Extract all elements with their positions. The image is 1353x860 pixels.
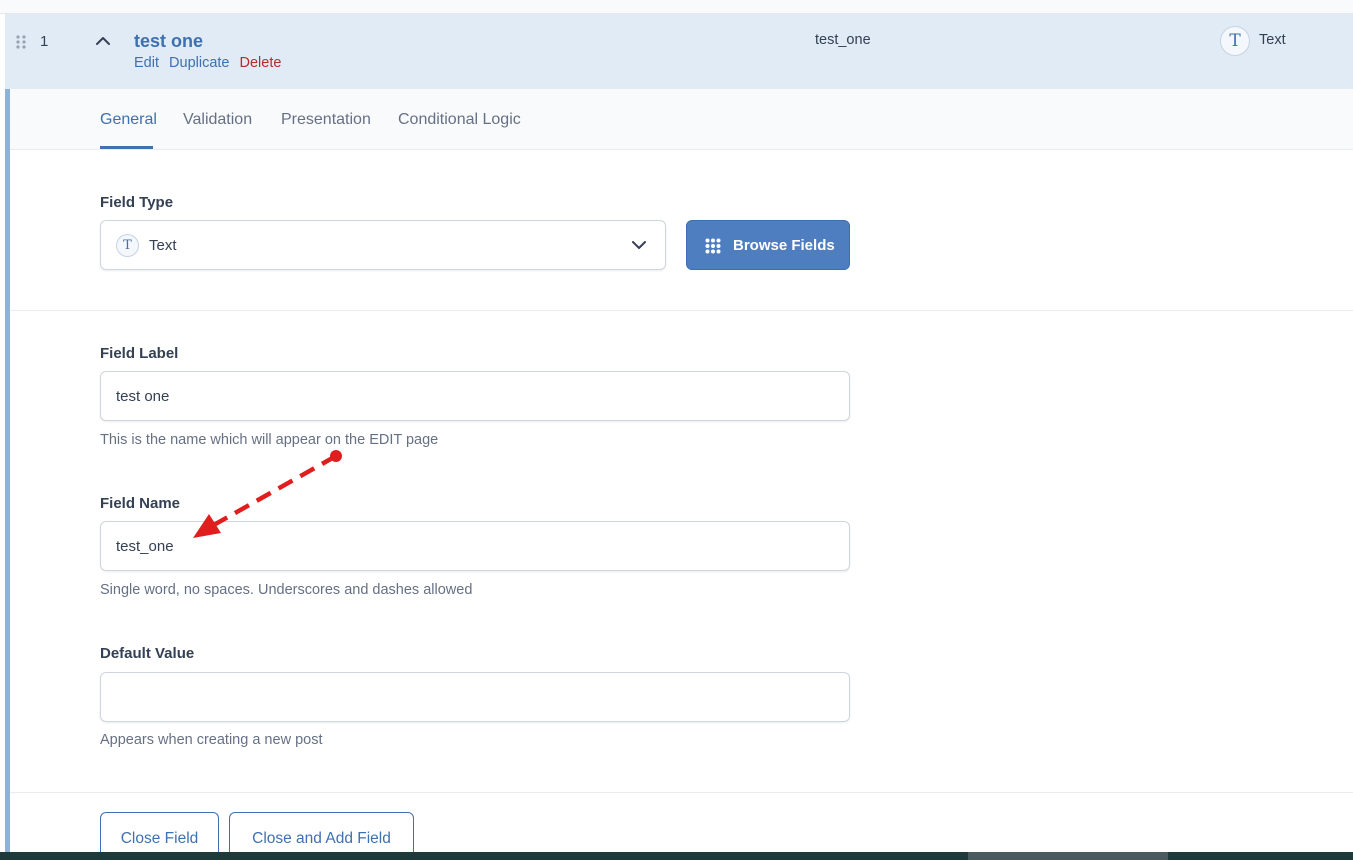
tab-validation[interactable]: Validation [183, 111, 252, 129]
browse-fields-label: Browse Fields [733, 237, 835, 254]
settings-tabs: General Validation Presentation Conditio… [10, 89, 1353, 150]
tab-conditional-logic[interactable]: Conditional Logic [398, 111, 521, 129]
previous-row-strip [0, 0, 1353, 14]
field-editor-page: 1 test one Edit Duplicate Delete test_on… [0, 0, 1353, 860]
field-type-column: Text [1259, 32, 1286, 48]
field-label-input[interactable] [100, 371, 850, 421]
field-type-label: Field Type [100, 194, 174, 211]
chevron-up-icon[interactable] [93, 32, 113, 50]
duplicate-link[interactable]: Duplicate [169, 55, 229, 71]
field-title-link[interactable]: test one [134, 31, 203, 52]
tab-general[interactable]: General [100, 111, 157, 129]
field-name-hint: Single word, no spaces. Underscores and … [100, 582, 473, 598]
section-divider [10, 310, 1353, 311]
field-type-select[interactable]: T Text [100, 220, 666, 270]
tab-presentation[interactable]: Presentation [281, 111, 371, 129]
field-label-hint: This is the name which will appear on th… [100, 432, 439, 448]
active-row-indicator [5, 89, 10, 860]
field-name-column: test_one [815, 32, 871, 48]
chevron-down-icon [632, 241, 646, 249]
row-actions: Edit Duplicate Delete [134, 55, 287, 71]
text-type-icon: T [116, 234, 139, 257]
field-type-selected-value: Text [149, 237, 177, 254]
text-type-icon: T [1220, 26, 1250, 56]
default-value-hint: Appears when creating a new post [100, 732, 323, 748]
drag-handle-icon[interactable] [15, 34, 27, 50]
browse-fields-button[interactable]: Browse Fields [686, 220, 850, 270]
field-label-heading: Field Label [100, 345, 179, 362]
field-list-row[interactable]: 1 test one Edit Duplicate Delete test_on… [5, 14, 1353, 89]
grid-icon [705, 238, 721, 254]
default-value-input[interactable] [100, 672, 850, 722]
delete-link[interactable]: Delete [240, 55, 282, 71]
edit-link[interactable]: Edit [134, 55, 159, 71]
field-name-input[interactable] [100, 521, 850, 571]
field-name-heading: Field Name [100, 495, 181, 512]
footer-divider [10, 792, 1353, 793]
field-order-number: 1 [40, 33, 49, 50]
active-tab-underline [100, 146, 153, 149]
horizontal-scrollbar-thumb[interactable] [968, 852, 1168, 860]
default-value-heading: Default Value [100, 645, 195, 662]
